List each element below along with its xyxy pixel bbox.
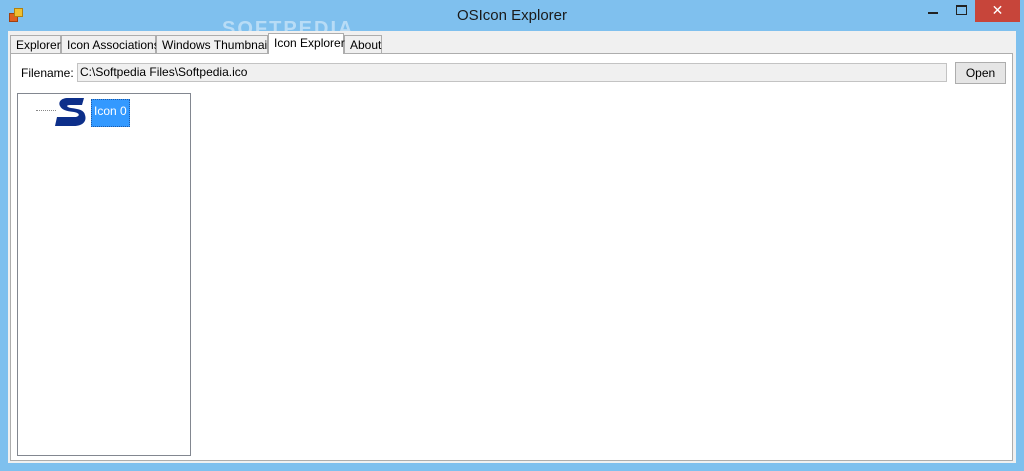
icon-tree[interactable]: Icon 0: [17, 93, 191, 456]
tab-explorer[interactable]: Explorer: [10, 35, 61, 53]
close-button[interactable]: ✕: [975, 0, 1020, 22]
icon-explorer-page: Filename: C:\Softpedia Files\Softpedia.i…: [10, 53, 1013, 461]
tree-item-icon-0[interactable]: Icon 0: [91, 99, 130, 127]
tab-windows-thumbnails[interactable]: Windows Thumbnails: [156, 35, 276, 53]
softpedia-s-icon: [55, 98, 86, 126]
window-title: OSIcon Explorer: [456, 7, 568, 24]
tab-icon-associations[interactable]: Icon Associations: [61, 35, 160, 53]
open-button[interactable]: Open: [955, 62, 1006, 84]
filename-field[interactable]: C:\Softpedia Files\Softpedia.ico: [77, 63, 947, 82]
title-bar[interactable]: OSIcon Explorer SOFTPEDIA ✕: [0, 0, 1024, 40]
tree-connector: [36, 110, 56, 111]
minimize-button[interactable]: [918, 0, 948, 22]
app-window: OSIcon Explorer SOFTPEDIA ✕ Explorer Ico…: [0, 0, 1024, 471]
close-icon: ✕: [991, 3, 1004, 19]
filename-label: Filename:: [21, 66, 74, 80]
tab-about[interactable]: About: [344, 35, 382, 53]
tab-icon-explorer[interactable]: Icon Explorer: [268, 33, 345, 54]
client-area: Explorer Icon Associations Windows Thumb…: [8, 31, 1016, 463]
maximize-button[interactable]: [948, 0, 974, 22]
